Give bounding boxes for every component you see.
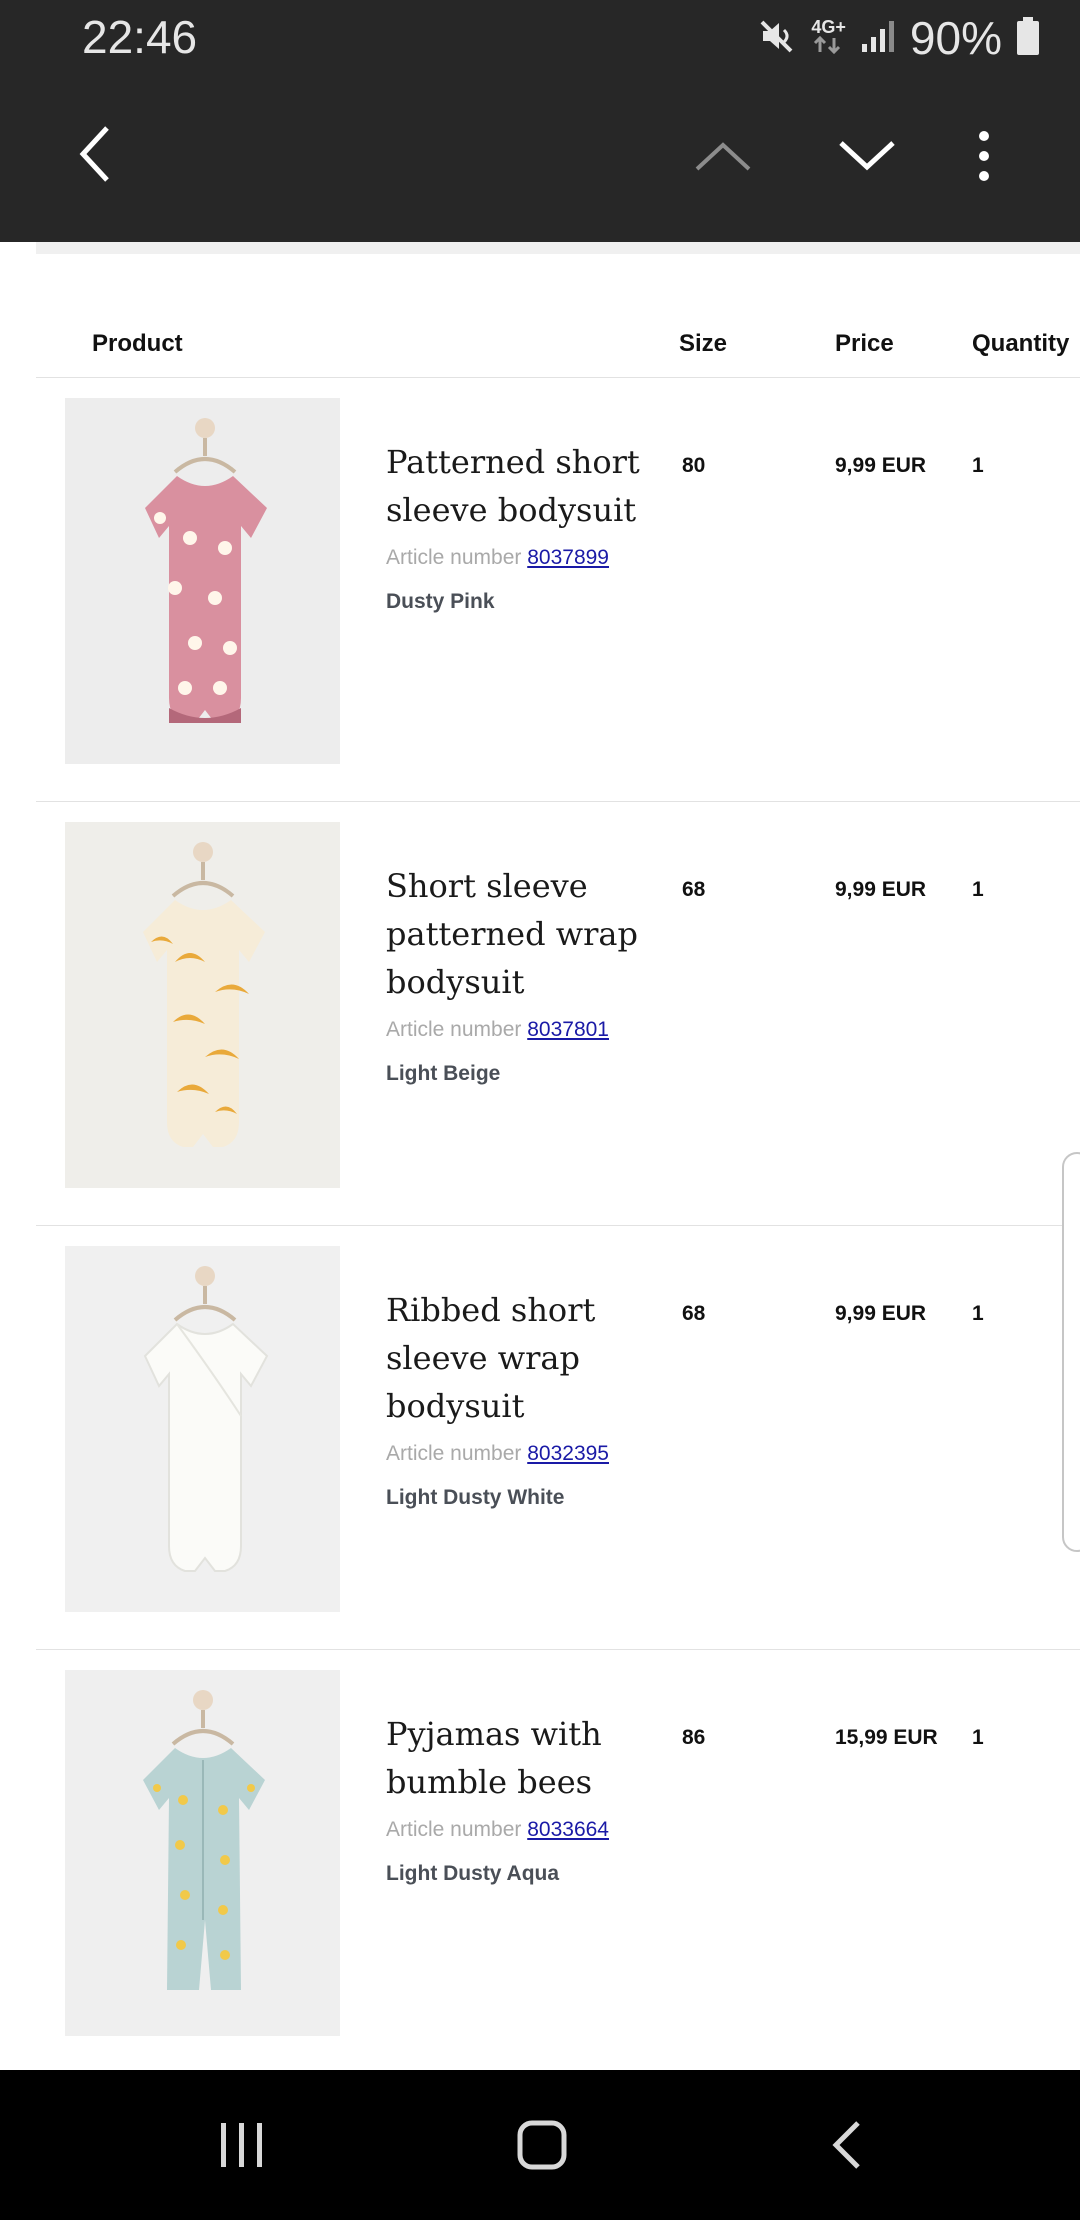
more-options-button[interactable] <box>960 124 1008 188</box>
article-number-link[interactable]: 8032395 <box>527 1442 609 1465</box>
article-label: Article number <box>386 546 522 569</box>
data-arrows-icon <box>814 35 841 54</box>
product-quantity: 1 <box>972 1302 984 1325</box>
order-content: Product Size Price Quantity Patterned sh… <box>0 242 1080 2070</box>
article-label: Article number <box>386 1818 522 1841</box>
status-icons: 4G+ 90% <box>757 10 1040 66</box>
product-name[interactable]: Short sleeve patterned wrap bodysuit <box>386 862 656 1006</box>
table-header: Product Size Price Quantity <box>36 312 1080 378</box>
product-size: 86 <box>682 1726 706 1749</box>
article-number-link[interactable]: 8033664 <box>527 1818 609 1841</box>
product-image[interactable] <box>65 398 340 764</box>
article-number-link[interactable]: 8037899 <box>527 546 609 569</box>
previous-button[interactable] <box>688 131 758 181</box>
product-price: 15,99 EUR <box>835 1726 938 1749</box>
article-number-line: Article number 8037899 <box>386 546 609 570</box>
chevron-up-icon <box>695 142 751 171</box>
article-number-line: Article number 8032395 <box>386 1442 609 1466</box>
product-size: 68 <box>682 878 706 901</box>
system-back-button[interactable] <box>806 2105 886 2185</box>
header-size: Size <box>679 330 728 357</box>
product-image[interactable] <box>65 1246 340 1612</box>
product-image[interactable] <box>65 822 340 1188</box>
more-vert-icon <box>979 131 989 181</box>
header-product: Product <box>92 330 183 357</box>
product-price: 9,99 EUR <box>835 878 927 901</box>
product-name[interactable]: Ribbed short sleeve wrap bodysuit <box>386 1286 656 1430</box>
signal-icon <box>860 18 896 59</box>
next-button[interactable] <box>832 131 902 181</box>
app-bar <box>0 76 1080 242</box>
table-row: Patterned short sleeve bodysuit Article … <box>36 378 1080 802</box>
product-quantity: 1 <box>972 878 984 901</box>
bodysuit-image <box>143 842 265 1147</box>
article-number-line: Article number 8033664 <box>386 1818 609 1842</box>
product-color: Light Dusty White <box>386 1486 565 1509</box>
recent-apps-icon <box>221 2123 262 2167</box>
battery-icon <box>1016 16 1040 61</box>
product-quantity: 1 <box>972 1726 984 1749</box>
product-price: 9,99 EUR <box>835 454 927 477</box>
product-name[interactable]: Patterned short sleeve bodysuit <box>386 438 656 534</box>
network-indicator: 4G+ <box>811 18 846 59</box>
product-color: Light Dusty Aqua <box>386 1862 560 1885</box>
mute-icon <box>757 16 797 61</box>
table-row: Short sleeve patterned wrap bodysuit Art… <box>36 802 1080 1226</box>
article-label: Article number <box>386 1018 522 1041</box>
bodysuit-image <box>145 418 267 723</box>
navigation-bar <box>0 2070 1080 2220</box>
status-bar: 22:46 4G+ 90% <box>0 0 1080 76</box>
article-number-link[interactable]: 8037801 <box>527 1018 609 1041</box>
product-image[interactable] <box>65 1670 340 2036</box>
table-row: Pyjamas with bumble bees Article number … <box>36 1650 1080 2070</box>
bodysuit-image <box>143 1266 269 1572</box>
product-quantity: 1 <box>972 454 984 477</box>
chevron-left-icon <box>79 126 109 182</box>
scroll-handle[interactable] <box>1062 1152 1080 1552</box>
article-number-line: Article number 8037801 <box>386 1018 609 1042</box>
product-size: 68 <box>682 1302 706 1325</box>
header-price: Price <box>835 330 894 357</box>
back-icon <box>832 2121 860 2169</box>
product-price: 9,99 EUR <box>835 1302 927 1325</box>
product-name[interactable]: Pyjamas with bumble bees <box>386 1710 656 1806</box>
article-label: Article number <box>386 1442 522 1465</box>
status-time: 22:46 <box>82 11 198 63</box>
network-type: 4G+ <box>811 16 846 37</box>
top-divider <box>36 242 1080 254</box>
battery-percent: 90% <box>909 12 1002 64</box>
home-icon <box>517 2120 567 2170</box>
chevron-down-icon <box>839 141 895 171</box>
product-color: Dusty Pink <box>386 590 495 613</box>
header-quantity: Quantity <box>972 330 1070 357</box>
back-button[interactable] <box>60 119 130 189</box>
home-button[interactable] <box>502 2105 582 2185</box>
pyjamas-image <box>143 1690 265 1990</box>
recent-apps-button[interactable] <box>202 2105 282 2185</box>
product-size: 80 <box>682 454 706 477</box>
product-color: Light Beige <box>386 1062 501 1085</box>
table-row: Ribbed short sleeve wrap bodysuit Articl… <box>36 1226 1080 1650</box>
